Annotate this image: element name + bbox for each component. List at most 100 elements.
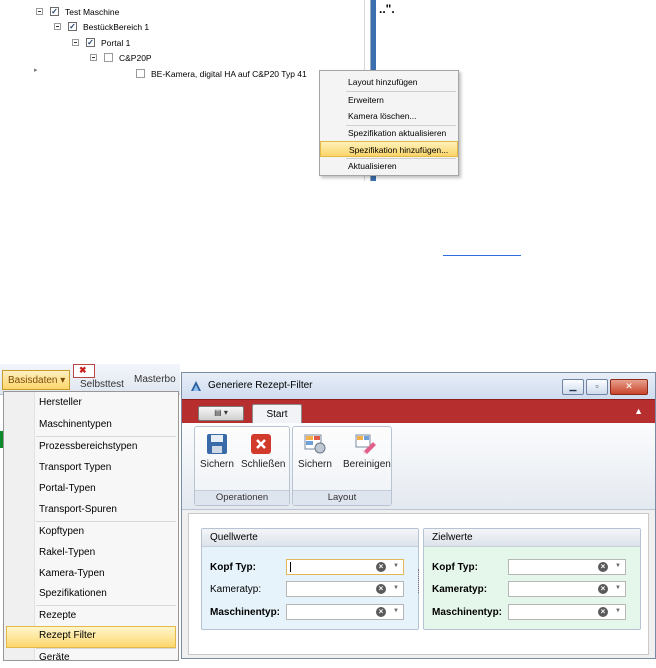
chevron-down-icon[interactable]: ▼ — [393, 563, 399, 569]
sichern-label: Sichern — [200, 459, 234, 470]
clear-icon[interactable]: × — [598, 562, 608, 572]
ctx-spezifikation-hinzufuegen[interactable]: Spezifikation hinzufügen... — [320, 141, 458, 157]
menu-rezepte[interactable]: Rezepte — [39, 606, 76, 626]
layout-sichern-button[interactable]: Sichern — [295, 433, 335, 470]
schliessen-button[interactable]: Schließen — [241, 433, 286, 470]
clear-icon[interactable]: × — [376, 584, 386, 594]
field-label: Kopf Typ: — [432, 561, 478, 573]
quellwerte-panel: Quellwerte Kopf Typ: × ▼ Kameratyp: × ▼ Ma… — [201, 528, 419, 630]
menu-kopftypen[interactable]: Kopftypen — [39, 522, 84, 542]
source-kameratyp-combo[interactable]: × ▼ — [286, 581, 404, 597]
sichern-button[interactable]: Sichern — [197, 433, 237, 470]
hyperlink-underline[interactable] — [443, 255, 521, 256]
bereinigen-button[interactable]: Bereinigen — [343, 433, 391, 470]
ctx-erweitern[interactable]: Erweitern — [320, 92, 458, 108]
layout-save-icon — [304, 433, 326, 455]
target-kopf-typ-row: Kopf Typ: × ▼ — [432, 558, 626, 576]
chevron-down-icon[interactable]: ▼ — [393, 608, 399, 614]
field-label: Kameratyp: — [432, 583, 488, 595]
group-layout: Sichern Bereinigen Layout — [292, 426, 392, 506]
checkbox-checked-icon[interactable]: ✓ — [50, 7, 59, 16]
checkbox-unchecked-icon[interactable] — [136, 69, 145, 78]
field-label: Maschinentyp: — [432, 606, 503, 618]
field-label: Kameratyp: — [210, 583, 262, 595]
ribbon: Sichern Schließen Operationen Sichern Be… — [182, 423, 655, 510]
close-icon — [250, 433, 272, 455]
tree-view: ✓ Test Maschine ✓ BestückBereich 1 ✓ Por… — [30, 0, 365, 181]
content-area: Quellwerte Kopf Typ: × ▼ Kameratyp: × ▼ Ma… — [188, 513, 649, 655]
app-icon — [190, 380, 202, 392]
menu-rakel-typen[interactable]: Rakel-Typen — [39, 543, 95, 563]
schliessen-label: Schließen — [241, 459, 286, 470]
chevron-down-icon[interactable]: ▼ — [615, 563, 621, 569]
quick-access-toolbar[interactable]: ▤ ▾ — [198, 406, 244, 421]
quellwerte-title: Quellwerte — [202, 529, 418, 547]
title-bar[interactable]: Generiere Rezept-Filter ▁ ▫ ✕ — [182, 373, 655, 399]
collapse-icon[interactable] — [36, 8, 43, 15]
maximize-button[interactable]: ▫ — [586, 379, 608, 395]
menu-hersteller[interactable]: Hersteller — [39, 393, 82, 413]
clear-icon[interactable]: × — [376, 607, 386, 617]
bereinigen-label: Bereinigen — [343, 459, 391, 470]
splitter-handle[interactable] — [418, 569, 421, 593]
selbsttest-icon: ✖ — [73, 364, 95, 378]
group-operationen: Sichern Schließen Operationen — [194, 426, 290, 506]
window-title: Generiere Rezept-Filter — [208, 380, 313, 391]
tab-start[interactable]: Start — [252, 404, 302, 425]
zielwerte-title: Zielwerte — [424, 529, 640, 547]
tree-node-bestueckbereich[interactable]: ✓ BestückBereich 1 — [54, 19, 350, 34]
collapse-icon[interactable] — [90, 54, 97, 61]
target-maschinentyp-combo[interactable]: × ▼ — [508, 604, 626, 620]
tree-node-portal[interactable]: ✓ Portal 1 — [72, 35, 350, 50]
field-label: Maschinentyp: — [210, 606, 281, 618]
source-maschinentyp-combo[interactable]: × ▼ — [286, 604, 404, 620]
tree-node-test-maschine[interactable]: ✓ Test Maschine — [36, 4, 350, 19]
checkbox-unchecked-icon[interactable] — [104, 53, 113, 62]
minimize-button[interactable]: ▁ — [562, 379, 584, 395]
field-label: Kopf Typ: — [210, 561, 256, 573]
menu-kamera-typen[interactable]: Kamera-Typen — [39, 564, 105, 584]
chevron-down-icon[interactable]: ▼ — [393, 585, 399, 591]
tree-node-be-kamera[interactable]: BE-Kamera, digital HA auf C&P20 Typ 41 — [136, 66, 350, 81]
close-button[interactable]: ✕ — [610, 379, 648, 395]
checkbox-checked-icon[interactable]: ✓ — [86, 38, 95, 47]
ribbon-collapse-icon[interactable]: ▲ — [634, 406, 643, 416]
collapse-icon[interactable] — [54, 23, 61, 30]
side-text: ..". — [379, 2, 395, 16]
source-kopf-typ-combo[interactable]: × ▼ — [286, 559, 404, 575]
save-icon — [206, 433, 228, 455]
text-caret — [290, 562, 291, 572]
menu-spezifikationen[interactable]: Spezifikationen — [39, 584, 107, 604]
tree-node-cp20p[interactable]: C&P20P — [90, 50, 350, 65]
ctx-spezifikation-aktualisieren[interactable]: Spezifikation aktualisieren — [320, 125, 458, 141]
menu-rezept-filter[interactable]: Rezept Filter — [39, 626, 96, 646]
menu-portal-typen[interactable]: Portal-Typen — [39, 479, 96, 499]
menu-maschinentypen[interactable]: Maschinentypen — [39, 415, 112, 435]
chevron-down-icon[interactable]: ▼ — [615, 608, 621, 614]
target-maschinentyp-row: Maschinentyp: × ▼ — [432, 603, 626, 621]
source-kameratyp-row: Kameratyp: × ▼ — [210, 580, 404, 598]
ctx-layout-hinzufuegen[interactable]: Layout hinzufügen — [320, 74, 458, 90]
menu-geraete[interactable]: Geräte — [39, 648, 70, 668]
collapse-icon[interactable] — [72, 39, 79, 46]
eraser-icon — [355, 433, 377, 455]
layout-sichern-label: Sichern — [298, 459, 332, 470]
masterbo-label: Masterbo — [134, 374, 176, 385]
clear-icon[interactable]: × — [376, 562, 386, 572]
basisdaten-button[interactable]: Basisdaten ▾ — [2, 370, 70, 390]
target-kopf-typ-combo[interactable]: × ▼ — [508, 559, 626, 575]
ctx-kamera-loeschen[interactable]: Kamera löschen... — [320, 108, 458, 124]
clear-icon[interactable]: × — [598, 607, 608, 617]
target-kameratyp-combo[interactable]: × ▼ — [508, 581, 626, 597]
chevron-down-icon[interactable]: ▼ — [615, 585, 621, 591]
checkbox-checked-icon[interactable]: ✓ — [68, 22, 77, 31]
menu-transport-spuren[interactable]: Transport-Spuren — [39, 500, 117, 520]
ctx-aktualisieren[interactable]: Aktualisieren — [320, 158, 458, 174]
tree-node-label: Portal 1 — [101, 37, 131, 48]
menu-prozessbereichstypen[interactable]: Prozessbereichstypen — [39, 437, 137, 457]
menu-transport-typen[interactable]: Transport Typen — [39, 458, 111, 478]
basisdaten-menu: Hersteller Maschinentypen Prozessbereich… — [3, 391, 179, 663]
clear-icon[interactable]: × — [598, 584, 608, 594]
tree-node-label: BestückBereich 1 — [83, 21, 150, 32]
row-indicator-icon: ▸ — [34, 67, 38, 74]
